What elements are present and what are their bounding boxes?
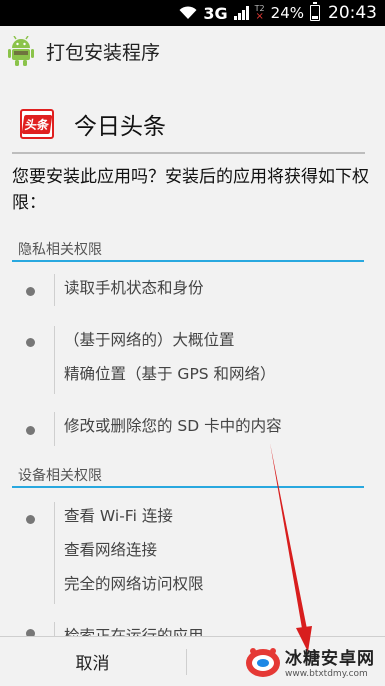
android-icon — [8, 36, 34, 66]
permission-group: 读取手机状态和身份 — [12, 272, 364, 306]
bullet-icon — [26, 629, 35, 636]
bullet-icon — [26, 426, 35, 435]
permission-item: 读取手机状态和身份 — [64, 279, 204, 297]
section-divider — [12, 486, 364, 488]
permission-item: 完全的网络访问权限 — [64, 575, 204, 593]
battery-percent: 24% — [270, 4, 304, 22]
section-device: 设备相关权限 — [12, 462, 364, 488]
title-bar: 打包安装程序 — [0, 26, 385, 76]
permission-group: （基于网络的）大概位置 精确位置（基于 GPS 和网络） — [12, 324, 364, 394]
section-title: 设备相关权限 — [18, 468, 102, 484]
battery-icon — [310, 2, 320, 21]
sim2-icon: T2 × — [254, 4, 265, 22]
app-logo: 头条 — [20, 109, 54, 139]
group-separator — [54, 502, 55, 604]
bullet-icon — [26, 515, 35, 524]
watermark-url: www.btxtdmy.com — [285, 668, 368, 679]
app-name: 今日头条 — [74, 114, 166, 140]
group-separator — [54, 326, 55, 394]
signal-icon — [233, 6, 249, 20]
wifi-icon — [179, 6, 197, 19]
section-divider — [12, 260, 364, 262]
status-bar: 3G T2 × 24% 20:43 — [0, 0, 385, 26]
watermark: 冰糖安卓网 www.btxtdmy.com — [245, 639, 381, 683]
permission-group: 查看 Wi-Fi 连接 查看网络连接 完全的网络访问权限 — [12, 500, 364, 604]
permission-item: 查看 Wi-Fi 连接 — [64, 507, 173, 525]
permission-group: 检索正在运行的应用 — [12, 620, 364, 636]
divider — [12, 152, 365, 154]
bullet-icon — [26, 287, 35, 296]
group-separator — [54, 622, 55, 636]
watermark-logo — [246, 648, 280, 677]
bullet-icon — [26, 338, 35, 347]
app-logo-text: 头条 — [21, 114, 53, 134]
permission-group: 修改或删除您的 SD 卡中的内容 — [12, 410, 364, 446]
permission-item: 精确位置（基于 GPS 和网络） — [64, 365, 276, 383]
clock: 20:43 — [328, 3, 377, 23]
install-prompt: 您要安装此应用吗？安装后的应用将获得如下权限： — [12, 167, 369, 213]
permission-item: 修改或删除您的 SD 卡中的内容 — [64, 417, 282, 435]
permission-item: 查看网络连接 — [64, 541, 158, 559]
cancel-button[interactable]: 取消 — [0, 637, 185, 686]
network-type: 3G — [203, 3, 228, 23]
app-header: 头条 今日头条 — [14, 100, 374, 148]
permission-item: 检索正在运行的应用 — [64, 627, 204, 636]
section-privacy: 隐私相关权限 — [12, 236, 364, 262]
group-separator — [54, 274, 55, 306]
watermark-title: 冰糖安卓网 — [285, 648, 375, 669]
section-title: 隐私相关权限 — [18, 242, 102, 258]
page-title: 打包安装程序 — [46, 41, 161, 64]
permission-item: （基于网络的）大概位置 — [64, 331, 235, 349]
group-separator — [54, 412, 55, 446]
